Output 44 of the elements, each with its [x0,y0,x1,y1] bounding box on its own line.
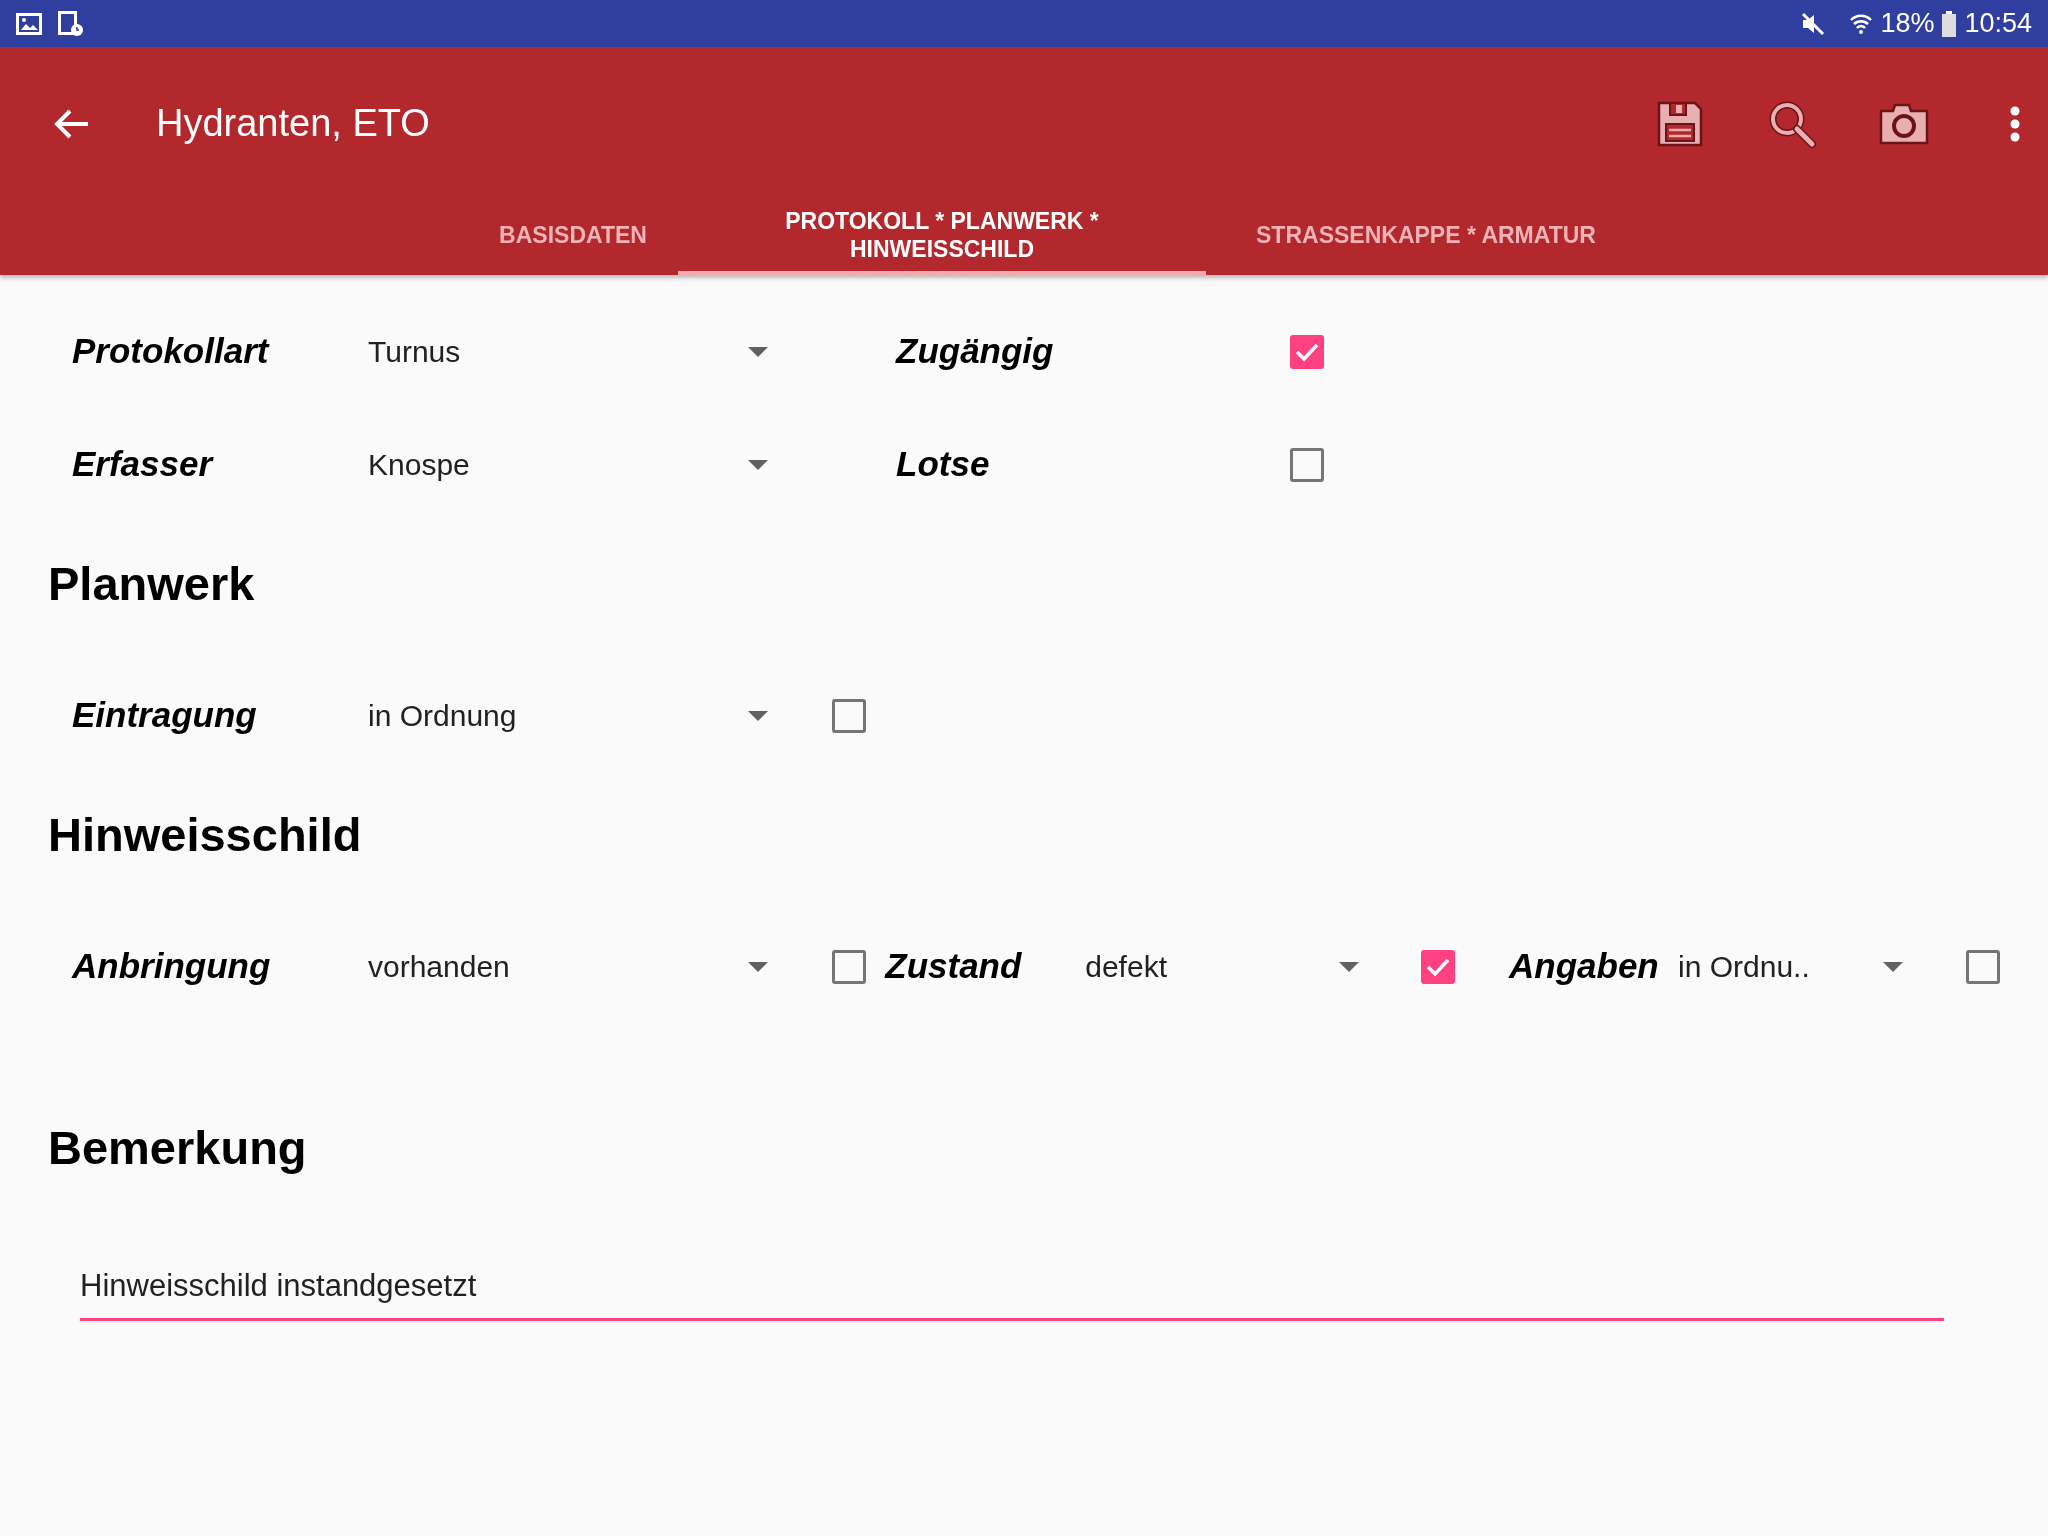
dropdown[interactable]: Knospe [368,442,768,487]
dropdown[interactable]: Turnus [368,329,768,374]
checkbox[interactable] [1290,334,1324,369]
tab[interactable]: PROTOKOLL * PLANWERK * HINWEISSCHILD [678,200,1206,275]
dropdown[interactable]: in Ordnung [368,693,768,738]
remark-input-field[interactable]: Hinweisschild instandgesetzt [80,1263,1944,1321]
battery-icon [1942,10,1957,37]
image-icon [16,12,42,35]
checkbox[interactable] [1290,447,1324,482]
checkbox[interactable] [832,698,866,733]
back-arrow-icon [54,107,90,140]
section-heading: Hinweisschild [48,806,363,863]
checkbox[interactable] [832,949,866,984]
dropdown[interactable]: defekt [1085,944,1360,989]
field-label: Zugängig [896,330,1055,373]
field-label: Angaben [1509,945,1660,988]
battery-percentage: 18% [1880,7,1935,41]
three-dots-icon [2010,105,2020,142]
field-label: Eintragung [72,694,258,737]
field-label: Lotse [896,443,991,486]
camera-icon [1879,101,1929,146]
search-icon [1768,99,1816,148]
field-label: Erfasser [72,443,215,486]
section-heading: Bemerkung [48,1119,308,1176]
dropdown[interactable]: in Ordnu.. [1678,944,1903,989]
clock-time: 10:54 [1964,7,2032,41]
document-clock-icon [58,10,84,37]
field-label: Zustand [885,945,1023,988]
dropdown-arrow-icon [748,346,768,357]
dropdown-arrow-icon [748,961,768,972]
tab[interactable]: BASISDATEN [468,200,678,275]
field-label: Anbringung [72,945,272,988]
dropdown[interactable]: vorhanden [368,944,768,989]
dropdown-arrow-icon [1339,961,1360,972]
muted-speaker-icon [1800,10,1827,37]
screen-title: Hydranten, ETO [156,101,430,146]
checkbox[interactable] [1966,949,2000,984]
dropdown-arrow-icon [1883,961,1903,972]
field-label: Protokollart [72,330,271,373]
checkbox[interactable] [1421,949,1456,984]
section-heading: Planwerk [48,555,256,612]
dropdown-arrow-icon [748,459,768,470]
dropdown-arrow-icon [748,710,768,721]
tab[interactable]: STRASSENKAPPE * ARMATUR [1206,200,1646,275]
